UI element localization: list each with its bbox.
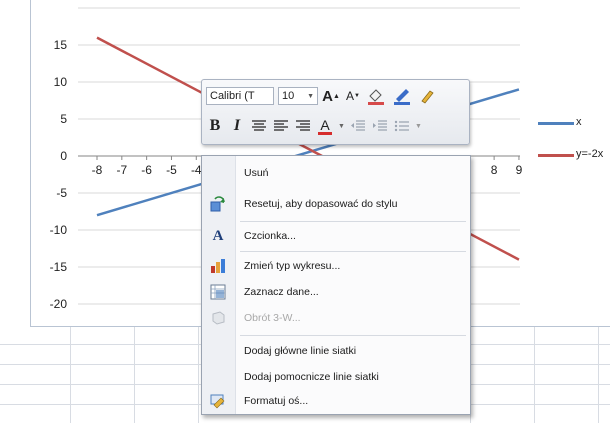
menu-item-font[interactable]: A Czcionka... [202, 225, 470, 247]
menu-item-3d-rotation-label: Obrót 3-W... [244, 312, 301, 324]
menu-item-3d-rotation[interactable]: Obrót 3-W... [202, 307, 470, 329]
x-tick-label: 8 [491, 163, 498, 177]
align-center-icon [252, 120, 266, 131]
column-gridline [134, 320, 135, 423]
column-gridline [70, 320, 71, 423]
format-painter-icon [421, 90, 434, 104]
shrink-font-label: A [346, 89, 355, 103]
grow-font-label: A [322, 87, 333, 105]
font-size-combo[interactable]: 10 ▼ [278, 87, 318, 105]
menu-item-add-major-gridlines[interactable]: Dodaj główne linie siatki [202, 340, 470, 362]
font-name-combo[interactable]: Calibri (T [206, 87, 274, 105]
format-axis-icon [210, 393, 226, 409]
menu-item-reset-style-label: Resetuj, aby dopasować do stylu [244, 198, 398, 210]
menu-item-reset-style[interactable]: Resetuj, aby dopasować do stylu [202, 193, 470, 215]
y-tick-label: 5 [60, 112, 67, 126]
bold-label: B [209, 117, 221, 134]
increase-indent-button[interactable] [371, 116, 389, 136]
align-right-button[interactable] [294, 116, 312, 136]
reset-style-icon [210, 196, 226, 212]
align-right-icon [296, 120, 310, 131]
y-tick-label: -15 [50, 260, 68, 274]
y-tick-label: -10 [50, 223, 68, 237]
pen-icon [394, 89, 410, 105]
x-tick-label: 9 [516, 163, 523, 177]
font-name-value: Calibri (T [210, 90, 255, 102]
menu-item-delete-label: Usuń [244, 167, 269, 179]
chevron-down-icon[interactable]: ▼ [415, 123, 422, 130]
outline-color-button[interactable] [392, 86, 414, 106]
grow-font-button[interactable]: A ▲ [322, 86, 340, 106]
column-gridline [598, 320, 599, 423]
menu-divider [240, 335, 466, 336]
menu-item-format-axis[interactable]: Formatuj oś... [202, 390, 470, 412]
align-left-button[interactable] [272, 116, 290, 136]
italic-label: I [233, 117, 241, 134]
rotate-3d-icon [210, 310, 226, 326]
menu-item-change-chart-type-label: Zmień typ wykresu... [244, 260, 341, 272]
x-tick-label: -6 [141, 163, 152, 177]
align-left-icon [274, 120, 288, 131]
mini-toolbar: Calibri (T 10 ▼ A ▲ A ▼ B I A ▼ ▼ [201, 79, 470, 145]
font-size-value: 10 [282, 90, 295, 102]
menu-item-select-data[interactable]: Zaznacz dane... [202, 281, 470, 303]
bullets-icon [394, 120, 409, 132]
menu-item-font-label: Czcionka... [244, 230, 296, 242]
bullets-button[interactable] [393, 116, 411, 136]
chart-type-icon [210, 258, 226, 274]
legend-label-y: y=-2x [576, 148, 604, 160]
italic-button[interactable]: I [228, 116, 246, 136]
menu-item-add-minor-gridlines-label: Dodaj pomocnicze linie siatki [244, 371, 379, 383]
chevron-down-icon[interactable]: ▼ [338, 123, 345, 130]
x-tick-label: -5 [166, 163, 177, 177]
menu-item-select-data-label: Zaznacz dane... [244, 286, 319, 298]
y-tick-label: -5 [56, 186, 67, 200]
decrease-indent-icon [350, 120, 365, 131]
font-color-button[interactable]: A [316, 116, 334, 136]
mini-toolbar-row-2: B I A ▼ ▼ [206, 114, 422, 138]
decrease-indent-button[interactable] [349, 116, 367, 136]
menu-divider [240, 221, 466, 222]
shrink-font-button[interactable]: A ▼ [344, 86, 362, 106]
column-gridline [198, 320, 199, 423]
mini-toolbar-row-1: Calibri (T 10 ▼ A ▲ A ▼ [206, 84, 436, 108]
y-tick-label: 15 [54, 38, 68, 52]
x-tick-label: -8 [92, 163, 103, 177]
caret-up-icon: ▲ [332, 92, 340, 100]
menu-item-format-axis-label: Formatuj oś... [244, 395, 309, 407]
font-color-label: A [320, 116, 330, 133]
font-icon: A [212, 227, 224, 244]
increase-indent-icon [372, 120, 387, 131]
menu-item-add-minor-gridlines[interactable]: Dodaj pomocnicze linie siatki [202, 366, 470, 388]
legend-label-x: x [576, 116, 582, 128]
select-data-icon [210, 284, 226, 300]
column-gridline [534, 320, 535, 423]
font-color-swatch [318, 131, 332, 135]
fill-color-button[interactable] [366, 86, 388, 106]
menu-divider [240, 251, 466, 252]
y-tick-label: 10 [54, 75, 68, 89]
caret-down-icon: ▼ [354, 93, 360, 99]
bold-button[interactable]: B [206, 116, 224, 136]
legend-swatch-x [538, 122, 574, 125]
format-painter-button[interactable] [418, 86, 436, 106]
menu-item-change-chart-type[interactable]: Zmień typ wykresu... [202, 255, 470, 277]
chevron-down-icon: ▼ [307, 92, 314, 100]
y-tick-label: -20 [50, 297, 68, 311]
chart-legend[interactable]: x y=-2x [536, 110, 610, 170]
menu-item-delete[interactable]: Usuń [202, 162, 470, 184]
legend-swatch-y [538, 154, 574, 157]
menu-item-add-major-gridlines-label: Dodaj główne linie siatki [244, 345, 357, 357]
paint-bucket-icon [368, 89, 384, 105]
x-tick-label: -7 [116, 163, 127, 177]
align-center-button[interactable] [250, 116, 268, 136]
context-menu: Usuń Resetuj, aby dopasować do stylu A C… [201, 155, 471, 415]
y-tick-label: 0 [60, 149, 67, 163]
